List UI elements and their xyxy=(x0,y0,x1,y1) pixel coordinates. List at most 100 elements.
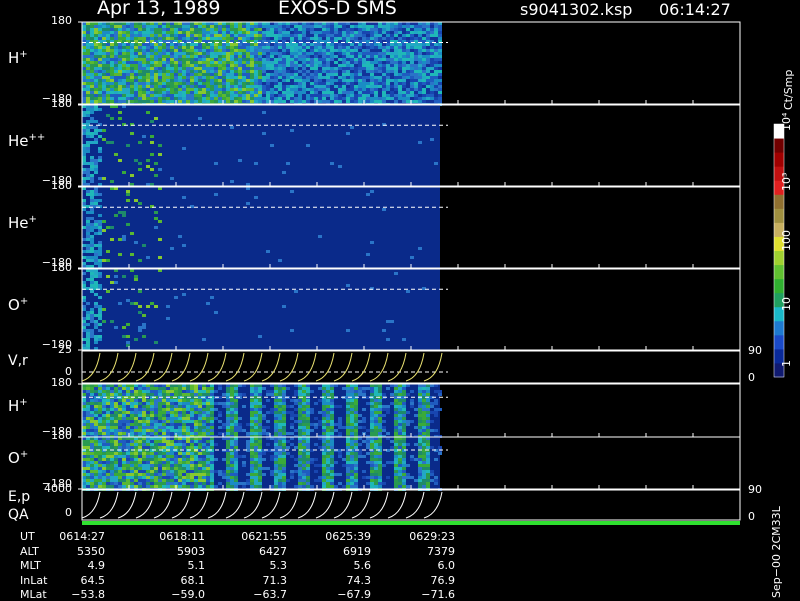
data-cell xyxy=(334,37,338,40)
data-cell xyxy=(146,470,150,473)
data-cell xyxy=(86,256,90,259)
data-cell xyxy=(294,37,298,40)
data-cell xyxy=(402,31,406,34)
data-cell xyxy=(178,76,182,79)
data-cell xyxy=(350,402,354,405)
data-cell xyxy=(414,67,418,70)
data-cell xyxy=(234,446,238,449)
data-cell xyxy=(254,73,258,76)
data-cell xyxy=(226,443,230,446)
data-cell xyxy=(330,46,334,49)
data-cell xyxy=(282,70,286,73)
data-cell xyxy=(102,464,106,467)
data-cell xyxy=(302,49,306,52)
data-cell xyxy=(394,58,398,61)
data-cell xyxy=(286,405,290,408)
data-cell xyxy=(110,49,114,52)
data-cell xyxy=(282,85,286,88)
data-cell xyxy=(254,82,258,85)
data-cell xyxy=(86,429,90,432)
data-cell xyxy=(90,329,94,332)
data-cell xyxy=(434,55,438,58)
data-cell xyxy=(274,423,278,426)
data-cell xyxy=(110,482,114,485)
data-cell xyxy=(142,55,146,58)
data-cell xyxy=(158,470,162,473)
data-cell xyxy=(270,94,274,97)
data-cell xyxy=(126,73,130,76)
data-cell xyxy=(94,67,98,70)
data-cell xyxy=(366,85,370,88)
data-cell xyxy=(154,52,158,55)
data-cell xyxy=(198,34,202,37)
data-cell xyxy=(150,432,154,435)
data-cell xyxy=(86,332,90,335)
data-cell xyxy=(286,79,290,82)
data-cell xyxy=(398,46,402,49)
data-cell xyxy=(438,55,442,58)
data-cell xyxy=(286,82,290,85)
data-cell xyxy=(86,443,90,446)
data-cell xyxy=(406,58,410,61)
data-cell xyxy=(210,458,214,461)
data-cell xyxy=(106,446,110,449)
data-cell xyxy=(90,238,94,241)
data-cell xyxy=(86,473,90,476)
data-cell xyxy=(86,238,90,241)
data-cell xyxy=(386,320,390,323)
data-cell xyxy=(214,470,218,473)
data-cell xyxy=(250,28,254,31)
data-cell xyxy=(194,390,198,393)
data-cell xyxy=(418,31,422,34)
data-cell xyxy=(86,70,90,73)
data-cell xyxy=(126,458,130,461)
data-cell xyxy=(362,43,366,46)
data-cell xyxy=(190,46,194,49)
data-cell xyxy=(122,85,126,88)
data-cell xyxy=(106,443,110,446)
data-cell xyxy=(374,94,378,97)
data-cell xyxy=(266,37,270,40)
data-cell xyxy=(90,256,94,259)
data-cell xyxy=(110,473,114,476)
data-cell xyxy=(158,426,162,429)
data-cell xyxy=(158,52,162,55)
data-cell xyxy=(106,100,110,103)
data-cell xyxy=(182,34,186,37)
data-cell xyxy=(418,46,422,49)
data-cell xyxy=(230,432,234,435)
data-cell xyxy=(238,159,242,162)
data-cell xyxy=(94,226,98,229)
data-cell xyxy=(370,399,374,402)
data-cell xyxy=(210,467,214,470)
data-cell xyxy=(126,440,130,443)
data-cell xyxy=(82,482,86,485)
data-cell xyxy=(146,432,150,435)
data-cell xyxy=(102,52,106,55)
data-cell xyxy=(286,85,290,88)
data-cell xyxy=(122,94,126,97)
data-cell xyxy=(354,46,358,49)
data-cell xyxy=(178,58,182,61)
data-cell xyxy=(134,464,138,467)
data-cell xyxy=(282,55,286,58)
data-cell xyxy=(334,76,338,79)
data-cell xyxy=(102,31,106,34)
data-cell xyxy=(322,390,326,393)
data-cell xyxy=(82,411,86,414)
data-cell xyxy=(90,70,94,73)
data-cell xyxy=(182,414,186,417)
data-cell xyxy=(206,85,210,88)
data-cell xyxy=(82,329,86,332)
data-cell xyxy=(94,420,98,423)
data-cell xyxy=(126,387,130,390)
data-cell xyxy=(206,423,210,426)
data-cell xyxy=(90,190,94,193)
data-cell xyxy=(146,390,150,393)
data-cell xyxy=(306,37,310,40)
data-cell xyxy=(374,393,378,396)
data-cell xyxy=(206,100,210,103)
data-cell xyxy=(86,250,90,253)
data-cell xyxy=(198,420,202,423)
data-cell xyxy=(86,73,90,76)
